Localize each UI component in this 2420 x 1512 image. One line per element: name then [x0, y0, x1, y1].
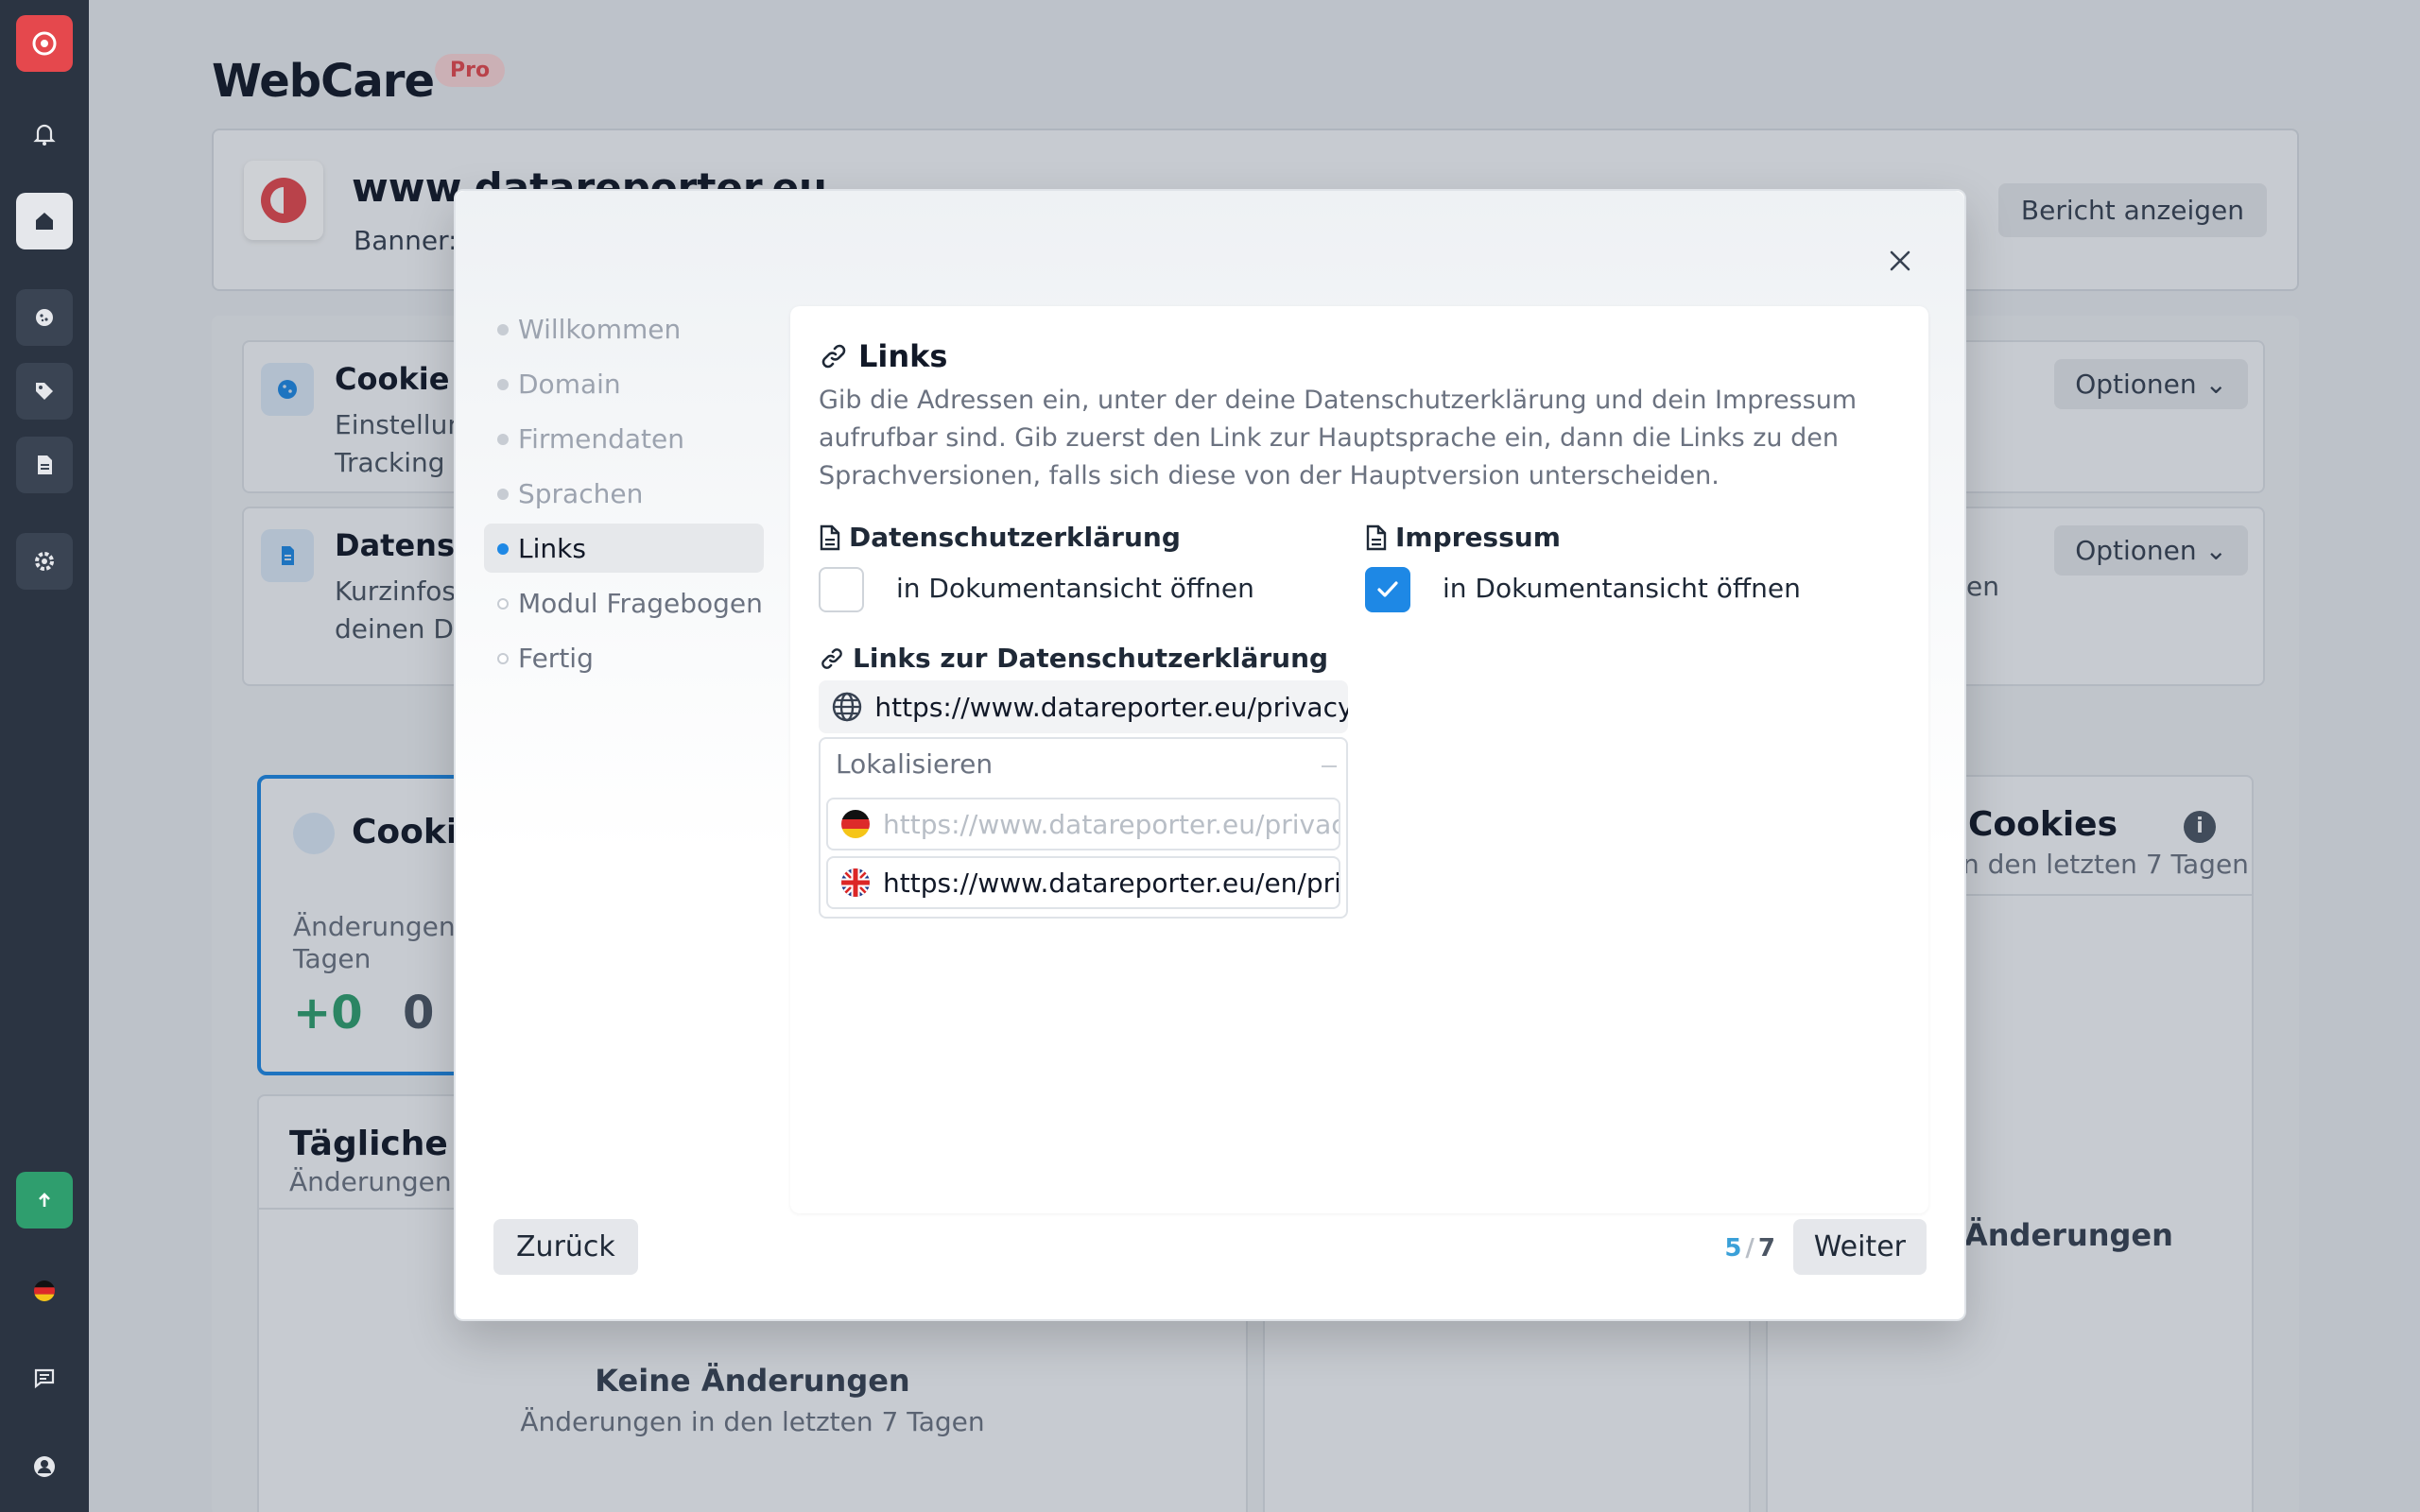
step-sprachen[interactable]: Sprachen: [484, 469, 764, 518]
step-domain[interactable]: Domain: [484, 359, 764, 408]
home-icon[interactable]: [16, 193, 73, 249]
step-links[interactable]: Links: [484, 524, 764, 573]
step-willkommen[interactable]: Willkommen: [484, 304, 764, 353]
document-icon[interactable]: [16, 437, 73, 493]
tag-icon[interactable]: [16, 363, 73, 420]
step-dot: [497, 324, 509, 335]
globe-icon: [819, 690, 874, 724]
german-url-placeholder: https://www.datareporter.eu/privacy: [883, 808, 1339, 840]
checkmark-icon: [1377, 581, 1398, 597]
close-icon[interactable]: [1879, 240, 1921, 282]
step-firmendaten[interactable]: Firmendaten: [484, 414, 764, 463]
section-title: Links: [819, 338, 947, 374]
privacy-label: Datenschutzerklärung: [819, 522, 1181, 553]
step-fertig[interactable]: Fertig: [484, 633, 764, 682]
sidebar: [0, 0, 89, 1512]
links-step-content: Links Gib die Adressen ein, unter der de…: [790, 306, 1928, 1213]
app-logo-icon[interactable]: [16, 15, 73, 72]
step-dot: [497, 379, 509, 390]
document-icon: [820, 524, 840, 550]
step-dot: [497, 653, 509, 664]
cookie-icon[interactable]: [16, 289, 73, 346]
collapse-icon[interactable]: [1322, 765, 1337, 767]
english-privacy-url-input[interactable]: https://www.datareporter.eu/en/privacy: [826, 856, 1340, 909]
imprint-document-view-checkbox[interactable]: [1365, 567, 1410, 612]
uk-flag-icon: [828, 866, 883, 900]
localize-label: Lokalisieren: [836, 748, 994, 780]
section-description: Gib die Adressen ein, unter der deine Da…: [819, 386, 1858, 490]
imprint-checkbox-label: in Dokumentansicht öffnen: [1443, 573, 1801, 604]
setup-wizard-modal: Willkommen Domain Firmendaten Sprachen L…: [454, 189, 1966, 1321]
main-privacy-url-value: https://www.datareporter.eu/privacy: [874, 691, 1348, 723]
document-icon: [1366, 524, 1387, 550]
upload-icon[interactable]: [16, 1172, 73, 1228]
step-counter: 5/7: [1724, 1234, 1775, 1263]
privacy-document-view-checkbox[interactable]: [819, 567, 864, 612]
back-button[interactable]: Zurück: [493, 1219, 638, 1275]
link-icon: [821, 344, 846, 369]
privacy-checkbox-label: in Dokumentansicht öffnen: [896, 573, 1254, 604]
step-dot: [497, 434, 509, 445]
step-dot: [497, 489, 509, 500]
bell-icon[interactable]: [16, 106, 73, 163]
step-dot: [497, 598, 509, 610]
user-avatar-icon[interactable]: [16, 1438, 73, 1495]
chat-icon[interactable]: [16, 1349, 73, 1406]
german-privacy-url-input[interactable]: https://www.datareporter.eu/privacy: [826, 798, 1340, 850]
german-flag-icon: [828, 807, 883, 841]
gear-icon[interactable]: [16, 533, 73, 590]
german-flag-icon[interactable]: [16, 1263, 73, 1319]
imprint-label: Impressum: [1365, 522, 1561, 553]
english-url-value: https://www.datareporter.eu/en/privacy: [883, 867, 1339, 899]
wizard-steps: Willkommen Domain Firmendaten Sprachen L…: [484, 304, 764, 688]
step-modul-fragebogen[interactable]: Modul Fragebogen: [484, 578, 764, 627]
next-button[interactable]: Weiter: [1792, 1219, 1927, 1275]
privacy-links-label: Links zur Datenschutzerklärung: [819, 643, 1328, 674]
localize-panel: Lokalisieren https://www.datareporter.eu…: [819, 737, 1348, 919]
step-dot: [497, 543, 509, 555]
main-privacy-url-input[interactable]: https://www.datareporter.eu/privacy: [819, 680, 1348, 733]
link-icon: [821, 647, 842, 669]
